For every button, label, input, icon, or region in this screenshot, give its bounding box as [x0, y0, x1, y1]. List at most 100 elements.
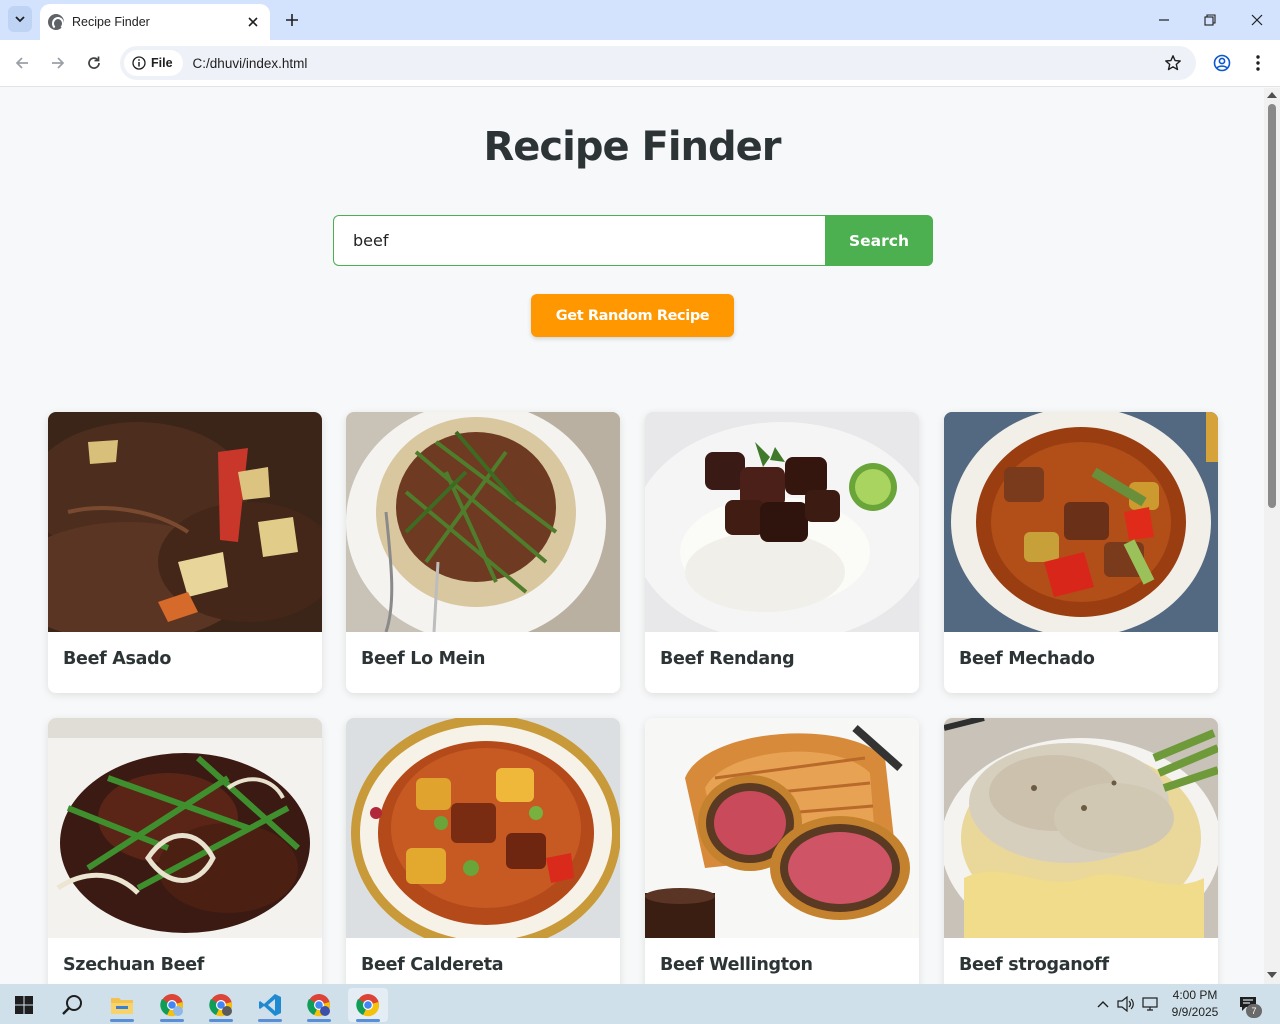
- recipe-image: [48, 412, 322, 632]
- recipe-card[interactable]: Beef Wellington: [645, 718, 919, 984]
- recipe-card[interactable]: Beef Rendang: [645, 412, 919, 693]
- recipe-card[interactable]: Beef Lo Mein: [346, 412, 620, 693]
- site-info-chip[interactable]: File: [124, 50, 183, 76]
- page-viewport: Recipe Finder Search Get Random Recipe B…: [0, 88, 1264, 984]
- running-indicator: [356, 1019, 380, 1022]
- forward-button[interactable]: [45, 50, 71, 76]
- scroll-thumb[interactable]: [1268, 104, 1276, 508]
- back-button[interactable]: [9, 50, 35, 76]
- chrome-icon: [209, 994, 232, 1017]
- arrow-left-icon: [15, 57, 28, 69]
- scroll-up-arrow-icon[interactable]: [1267, 92, 1277, 98]
- running-indicator: [110, 1019, 134, 1022]
- clock-time: 4:00 PM: [1172, 988, 1218, 1002]
- tab-title: Recipe Finder: [72, 15, 150, 29]
- more-vertical-icon: [1256, 55, 1260, 71]
- show-hidden-icons-button[interactable]: [1093, 994, 1113, 1014]
- reload-icon: [88, 56, 100, 69]
- close-icon: [1251, 14, 1263, 26]
- browser-toolbar: File C:/dhuvi/index.html: [0, 40, 1280, 87]
- running-indicator: [209, 1019, 233, 1022]
- search-button[interactable]: Search: [825, 215, 933, 266]
- taskbar-vscode[interactable]: [250, 988, 290, 1022]
- recipe-image: [944, 412, 1218, 632]
- recipe-title: Beef Wellington: [660, 955, 813, 975]
- recipe-title: Beef stroganoff: [959, 955, 1109, 975]
- recipe-title: Beef Asado: [63, 649, 172, 669]
- browser-menu-button[interactable]: [1245, 50, 1271, 76]
- search-input[interactable]: [333, 215, 825, 266]
- globe-icon: [48, 14, 64, 30]
- clock-date: 9/9/2025: [1171, 1005, 1219, 1019]
- scroll-down-arrow-icon[interactable]: [1267, 972, 1277, 978]
- vscode-icon: [259, 994, 281, 1016]
- speaker-icon: [1117, 996, 1134, 1012]
- recipe-image: [944, 718, 1218, 938]
- chrome-icon: [307, 994, 330, 1017]
- reload-button[interactable]: [81, 50, 107, 76]
- network-button[interactable]: [1141, 994, 1161, 1014]
- network-icon: [1142, 997, 1158, 1011]
- browser-tab[interactable]: Recipe Finder: [40, 4, 270, 40]
- file-explorer-icon: [111, 998, 133, 1014]
- restore-icon: [1204, 14, 1216, 26]
- recipe-image: [346, 412, 620, 632]
- minimize-button[interactable]: [1142, 6, 1186, 34]
- search-icon: [62, 995, 82, 1015]
- recipe-image: [346, 718, 620, 938]
- recipe-title: Beef Lo Mein: [361, 649, 486, 669]
- address-bar[interactable]: File C:/dhuvi/index.html: [120, 46, 1196, 80]
- info-icon: [132, 56, 146, 70]
- running-indicator: [258, 1019, 282, 1022]
- system-clock[interactable]: 4:00 PM 9/9/2025: [1164, 987, 1226, 1021]
- taskbar-search-button[interactable]: [52, 988, 92, 1022]
- taskbar-chrome-active[interactable]: [348, 988, 388, 1022]
- restore-button[interactable]: [1188, 6, 1232, 34]
- recipe-title: Beef Rendang: [660, 649, 795, 669]
- site-chip-label: File: [151, 56, 173, 70]
- recipe-card[interactable]: Beef Asado: [48, 412, 322, 693]
- running-indicator: [307, 1019, 331, 1022]
- volume-button[interactable]: [1116, 994, 1136, 1014]
- new-tab-button[interactable]: [280, 8, 304, 32]
- random-recipe-button[interactable]: Get Random Recipe: [531, 294, 734, 337]
- tab-search-button[interactable]: [8, 6, 32, 32]
- chrome-icon: [160, 994, 183, 1017]
- recipe-card[interactable]: Szechuan Beef: [48, 718, 322, 984]
- minimize-icon: [1159, 19, 1169, 21]
- taskbar-file-explorer[interactable]: [102, 988, 142, 1022]
- taskbar: 4:00 PM 9/9/2025: [0, 984, 1280, 1024]
- recipe-title: Beef Mechado: [959, 649, 1095, 669]
- recipe-card[interactable]: Beef Caldereta: [346, 718, 620, 984]
- bookmark-button[interactable]: [1160, 50, 1186, 76]
- windows-logo-icon: [15, 996, 33, 1014]
- chevron-down-icon: [15, 16, 25, 23]
- recipe-title: Szechuan Beef: [63, 955, 205, 975]
- recipe-title: Beef Caldereta: [361, 955, 504, 975]
- arrow-right-icon: [52, 57, 65, 69]
- page-title: Recipe Finder: [483, 124, 781, 170]
- star-icon: [1165, 55, 1181, 71]
- url-text[interactable]: C:/dhuvi/index.html: [193, 56, 1160, 71]
- chevron-up-icon: [1097, 1001, 1109, 1008]
- plus-icon: [286, 14, 298, 26]
- tab-strip: Recipe Finder: [0, 0, 1280, 40]
- recipe-image: [645, 718, 919, 938]
- taskbar-chrome-3[interactable]: [299, 988, 339, 1022]
- close-tab-button[interactable]: [244, 13, 262, 31]
- close-window-button[interactable]: [1235, 6, 1279, 34]
- close-icon: [248, 17, 258, 27]
- recipe-image: [48, 718, 322, 938]
- page-scrollbar[interactable]: [1264, 88, 1280, 984]
- notification-count-badge: 7: [1246, 1004, 1262, 1018]
- profile-button[interactable]: [1209, 50, 1235, 76]
- recipe-card[interactable]: Beef Mechado: [944, 412, 1218, 693]
- taskbar-chrome-2[interactable]: [201, 988, 241, 1022]
- start-button[interactable]: [4, 988, 44, 1022]
- chrome-icon: [356, 994, 379, 1017]
- recipe-image: [645, 412, 919, 632]
- search-bar: Search: [333, 215, 933, 266]
- account-icon: [1213, 54, 1231, 72]
- taskbar-chrome-1[interactable]: [152, 988, 192, 1022]
- recipe-card[interactable]: Beef stroganoff: [944, 718, 1218, 984]
